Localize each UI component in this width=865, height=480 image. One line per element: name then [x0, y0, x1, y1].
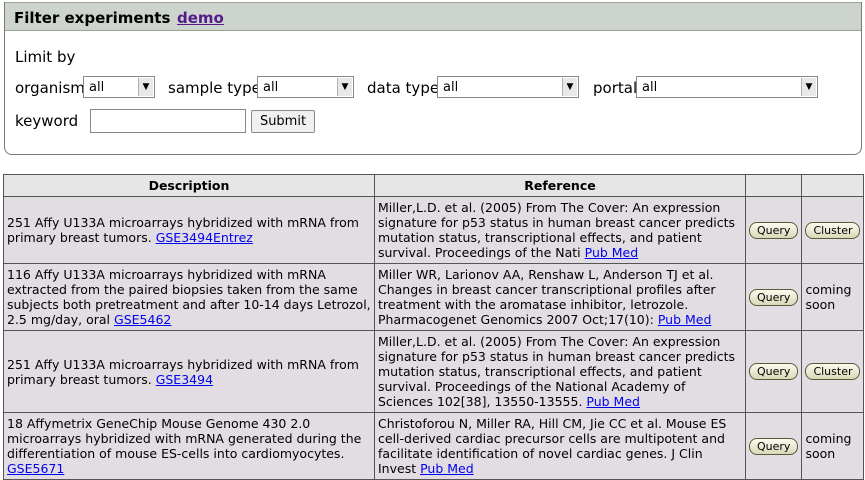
reference-cell: Miller,L.D. et al. (2005) From The Cover…	[374, 330, 746, 413]
demo-link[interactable]: demo	[177, 9, 224, 27]
query-cell: Query	[744, 263, 803, 331]
geo-link[interactable]: GSE3494	[156, 372, 213, 387]
description-cell: 251 Affy U133A microarrays hybridized wi…	[3, 196, 375, 264]
pubmed-link[interactable]: Pub Med	[420, 461, 474, 476]
query-cell: Query	[744, 330, 803, 413]
filter-header: Filter experiments demo	[5, 2, 861, 31]
cluster-cell: Cluster	[801, 196, 865, 264]
organism-label: organism	[15, 79, 85, 97]
table-header-row: Description Reference	[3, 174, 865, 197]
reference-cell: Miller WR, Larionov AA, Renshaw L, Ander…	[374, 263, 746, 331]
filter-panel: Filter experiments demo Limit by organis…	[4, 2, 862, 155]
reference-cell: Christoforou N, Miller RA, Hill CM, Jie …	[374, 412, 746, 480]
portal-select[interactable]: all ▼	[636, 76, 818, 98]
organism-select[interactable]: all ▼	[83, 76, 155, 98]
column-header-query	[744, 174, 803, 197]
coming-soon-text: coming soon	[805, 431, 852, 461]
table-row: 116 Affy U133A microarrays hybridized wi…	[3, 263, 865, 331]
query-button[interactable]: Query	[749, 363, 799, 380]
coming-soon-text: coming soon	[805, 282, 852, 312]
reference-text: Miller,L.D. et al. (2005) From The Cover…	[378, 200, 736, 260]
column-header-description: Description	[3, 174, 375, 197]
sample-type-label: sample type	[168, 79, 261, 97]
cluster-cell: coming soon	[801, 263, 865, 331]
description-cell: 251 Affy U133A microarrays hybridized wi…	[3, 330, 375, 413]
geo-link[interactable]: GSE5462	[114, 312, 171, 327]
data-type-select-value: all	[443, 80, 459, 95]
query-button[interactable]: Query	[749, 221, 799, 239]
query-button[interactable]: Query	[749, 437, 799, 455]
column-header-cluster	[801, 174, 865, 197]
query-cell: Query	[744, 412, 803, 480]
description-text: 18 Affymetrix GeneChip Mouse Genome 430 …	[7, 416, 362, 461]
submit-button[interactable]: Submit	[251, 110, 315, 133]
pubmed-link[interactable]: Pub Med	[586, 394, 640, 409]
portal-select-value: all	[642, 80, 658, 95]
sample-type-select[interactable]: all ▼	[257, 76, 354, 98]
table-row: 251 Affy U133A microarrays hybridized wi…	[3, 196, 865, 264]
description-cell: 116 Affy U133A microarrays hybridized wi…	[3, 263, 375, 331]
cluster-button[interactable]: Cluster	[805, 363, 861, 380]
geo-link[interactable]: GSE3494Entrez	[156, 230, 253, 245]
keyword-input[interactable]	[90, 109, 246, 133]
cluster-button[interactable]: Cluster	[805, 221, 861, 239]
reference-cell: Miller,L.D. et al. (2005) From The Cover…	[374, 196, 746, 264]
pubmed-link[interactable]: Pub Med	[585, 245, 639, 260]
data-type-label: data type	[367, 79, 440, 97]
limit-by-label: Limit by	[15, 48, 76, 66]
organism-select-value: all	[89, 80, 105, 95]
table-row: 251 Affy U133A microarrays hybridized wi…	[3, 330, 865, 413]
chevron-down-icon: ▼	[562, 78, 577, 96]
chevron-down-icon: ▼	[337, 78, 352, 96]
cluster-cell: coming soon	[801, 412, 865, 480]
geo-link[interactable]: GSE5671	[7, 461, 64, 476]
chevron-down-icon: ▼	[138, 78, 153, 96]
keyword-label: keyword	[15, 112, 79, 130]
pubmed-link[interactable]: Pub Med	[658, 312, 712, 327]
portal-label: portal	[593, 79, 638, 97]
sample-type-select-value: all	[263, 80, 279, 95]
chevron-down-icon: ▼	[801, 78, 816, 96]
experiments-table: Description Reference 251 Affy U133A mic…	[3, 174, 865, 480]
column-header-reference: Reference	[374, 174, 746, 197]
cluster-cell: Cluster	[801, 330, 865, 413]
query-button[interactable]: Query	[749, 288, 799, 306]
description-cell: 18 Affymetrix GeneChip Mouse Genome 430 …	[3, 412, 375, 480]
description-text: 116 Affy U133A microarrays hybridized wi…	[7, 267, 371, 327]
reference-text: Miller,L.D. et al. (2005) From The Cover…	[378, 334, 736, 409]
filter-title: Filter experiments	[14, 9, 171, 27]
table-row: 18 Affymetrix GeneChip Mouse Genome 430 …	[3, 412, 865, 480]
data-type-select[interactable]: all ▼	[437, 76, 579, 98]
query-cell: Query	[744, 196, 803, 264]
